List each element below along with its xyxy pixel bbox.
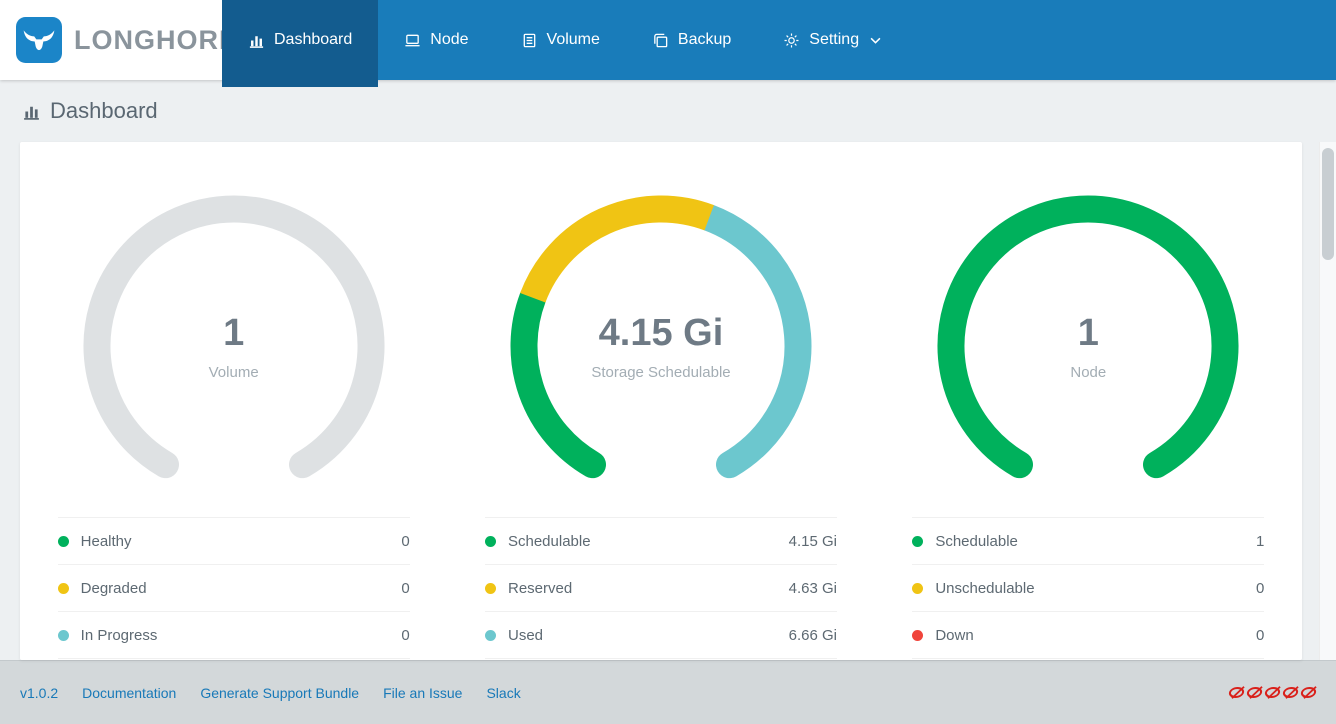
- volume-icon: [521, 32, 538, 49]
- app-title: LONGHORN: [74, 25, 240, 56]
- gear-icon: [783, 32, 800, 49]
- nav-item-dashboard[interactable]: Dashboard: [222, 0, 378, 80]
- footer-link-file-issue[interactable]: File an Issue: [383, 685, 462, 701]
- footer-link-documentation[interactable]: Documentation: [82, 685, 176, 701]
- legend-row: Schedulable 1: [912, 518, 1264, 565]
- gauge-ring: [69, 181, 399, 511]
- legend-color-dot: [58, 630, 69, 641]
- broken-image-icon: [1246, 687, 1263, 698]
- storage-legend: Schedulable 4.15 Gi Reserved 4.63 Gi Used 6.6…: [485, 517, 837, 659]
- node-gauge-chart: 1 Node Schedulable 1 Unschedulable 0 Down 0: [912, 181, 1264, 659]
- breadcrumb: Dashboard: [0, 80, 1336, 142]
- node-icon: [404, 32, 421, 49]
- legend-label: Down: [935, 627, 973, 644]
- scrollbar-thumb[interactable]: [1322, 148, 1334, 260]
- legend-label: Schedulable: [935, 533, 1018, 550]
- legend-color-dot: [58, 536, 69, 547]
- page-title: Dashboard: [50, 98, 158, 124]
- legend-row: Degraded 0: [58, 565, 410, 612]
- nav-item-backup[interactable]: Backup: [626, 0, 757, 80]
- footer: v1.0.2 Documentation Generate Support Bu…: [0, 660, 1336, 724]
- main-nav: Dashboard Node Volume Backup: [222, 0, 1336, 80]
- longhorn-logo-icon: [16, 17, 62, 63]
- nav-label: Volume: [547, 31, 600, 49]
- legend-color-dot: [912, 583, 923, 594]
- main-content: 1 Volume Healthy 0 Degraded 0 In Progress 0 4…: [0, 142, 1336, 660]
- legend-color-dot: [912, 630, 923, 641]
- nav-item-node[interactable]: Node: [378, 0, 494, 80]
- legend-label: Healthy: [81, 533, 132, 550]
- legend-label: Schedulable: [508, 533, 591, 550]
- gauge-ring: [923, 181, 1253, 511]
- legend-color-dot: [485, 583, 496, 594]
- legend-value: 0: [401, 580, 409, 597]
- node-legend: Schedulable 1 Unschedulable 0 Down 0: [912, 517, 1264, 659]
- legend-value: 1: [1256, 533, 1264, 550]
- gauge-segment: [97, 209, 371, 465]
- node-gauge: 1 Node: [923, 181, 1253, 511]
- app-header: LONGHORN Dashboard Node Volume: [0, 0, 1336, 80]
- legend-label: Unschedulable: [935, 580, 1034, 597]
- nav-label: Dashboard: [274, 31, 352, 49]
- bar-chart-icon: [248, 32, 265, 49]
- gauge-segment: [709, 218, 798, 465]
- legend-label: Reserved: [508, 580, 572, 597]
- nav-item-volume[interactable]: Volume: [495, 0, 626, 80]
- bar-chart-icon: [22, 102, 41, 121]
- legend-row: Healthy 0: [58, 518, 410, 565]
- storage-gauge-chart: 4.15 Gi Storage Schedulable Schedulable 4…: [485, 181, 837, 659]
- footer-broken-images: [1229, 687, 1316, 698]
- legend-row: Unschedulable 0: [912, 565, 1264, 612]
- dashboard-card: 1 Volume Healthy 0 Degraded 0 In Progress 0 4…: [20, 142, 1302, 660]
- legend-color-dot: [58, 583, 69, 594]
- broken-image-icon: [1228, 687, 1245, 698]
- legend-value: 0: [401, 627, 409, 644]
- backup-icon: [652, 32, 669, 49]
- legend-color-dot: [485, 630, 496, 641]
- footer-link-support-bundle[interactable]: Generate Support Bundle: [200, 685, 359, 701]
- footer-link-version[interactable]: v1.0.2: [20, 685, 58, 701]
- legend-row: Used 6.66 Gi: [485, 612, 837, 659]
- gauge-segment: [951, 209, 1225, 465]
- legend-value: 4.15 Gi: [789, 533, 837, 550]
- nav-label: Setting: [809, 31, 859, 49]
- nav-label: Backup: [678, 31, 731, 49]
- legend-row: In Progress 0: [58, 612, 410, 659]
- volume-legend: Healthy 0 Degraded 0 In Progress 0: [58, 517, 410, 659]
- legend-value: 0: [401, 533, 409, 550]
- legend-label: Used: [508, 627, 543, 644]
- volume-gauge-chart: 1 Volume Healthy 0 Degraded 0 In Progress 0: [58, 181, 410, 659]
- legend-label: Degraded: [81, 580, 147, 597]
- longhorn-dashboard-screen: LONGHORN Dashboard Node Volume: [0, 0, 1336, 724]
- logo[interactable]: LONGHORN: [0, 0, 222, 80]
- footer-link-slack[interactable]: Slack: [486, 685, 520, 701]
- legend-row: Down 0: [912, 612, 1264, 659]
- gauge-segment: [533, 209, 709, 298]
- legend-color-dot: [485, 536, 496, 547]
- nav-label: Node: [430, 31, 468, 49]
- nav-item-setting[interactable]: Setting: [757, 0, 907, 80]
- broken-image-icon: [1282, 687, 1299, 698]
- legend-value: 0: [1256, 627, 1264, 644]
- legend-value: 0: [1256, 580, 1264, 597]
- broken-image-icon: [1300, 687, 1317, 698]
- vertical-scrollbar[interactable]: [1319, 142, 1336, 660]
- broken-image-icon: [1264, 687, 1281, 698]
- legend-row: Reserved 4.63 Gi: [485, 565, 837, 612]
- gauge-segment: [524, 298, 593, 465]
- legend-row: Schedulable 4.15 Gi: [485, 518, 837, 565]
- gauge-ring: [496, 181, 826, 511]
- legend-color-dot: [912, 536, 923, 547]
- chevron-down-icon: [868, 37, 881, 44]
- gauge-charts-row: 1 Volume Healthy 0 Degraded 0 In Progress 0 4…: [20, 142, 1302, 659]
- legend-value: 6.66 Gi: [789, 627, 837, 644]
- volume-gauge: 1 Volume: [69, 181, 399, 511]
- legend-value: 4.63 Gi: [789, 580, 837, 597]
- legend-label: In Progress: [81, 627, 158, 644]
- storage-gauge: 4.15 Gi Storage Schedulable: [496, 181, 826, 511]
